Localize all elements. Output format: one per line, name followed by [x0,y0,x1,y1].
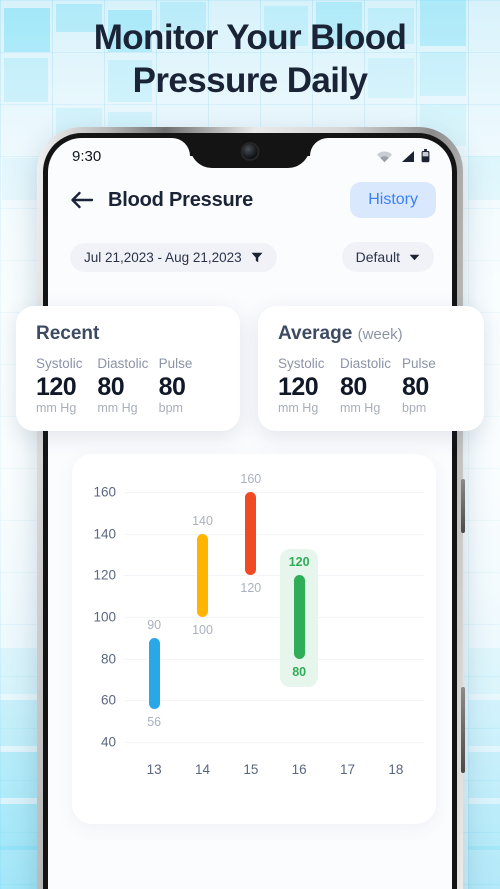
chart-gridline [124,617,424,618]
y-axis-tick-label: 160 [93,484,116,500]
metric-unit: mm Hg [36,401,77,416]
chart-gridline [124,575,424,577]
date-range-chip[interactable]: Jul 21,2023 - Aug 21,2023 [70,242,277,272]
metric-systolic: Systolic 120 mm Hg [36,356,97,415]
metric-label: Pulse [402,356,436,371]
metric-value: 80 [158,373,186,401]
recent-summary-card[interactable]: Recent Systolic 120 mm Hg Diastolic 80 m… [16,306,240,432]
y-axis-tick-label: 120 [93,567,116,583]
chart-card: 40 60 80 100 120 140 160 90 56 140 100 160 120 120 80 1… [72,454,436,824]
metric-diastolic: Diastolic 80 mm Hg [97,356,158,415]
metric-value: 120 [278,373,319,401]
average-card-title: Average (week) [278,323,464,345]
chart-bar-high-label: 120 [288,555,310,570]
chart-bar-high-label: 160 [240,472,262,486]
chart-bar[interactable] [293,575,305,659]
chart-gridline [124,658,424,660]
headline-line-2: Pressure Daily [132,61,368,101]
promo-screenshot: Monitor Your Blood Pressure Daily 9:30 B… [0,0,500,889]
back-arrow-icon[interactable] [70,190,94,210]
average-title-text: Average [278,323,353,344]
average-summary-card[interactable]: Average (week) Systolic 120 mm Hg Diasto… [258,306,484,432]
metric-pulse: Pulse 80 bpm [402,356,464,415]
page-title: Monitor Your Blood Pressure Daily [0,16,500,102]
chart-bar-low-label: 100 [192,623,213,637]
summary-cards: Recent Systolic 120 mm Hg Diastolic 80 m… [0,306,500,440]
average-title-suffix: (week) [357,326,403,343]
status-icons [376,149,430,163]
screen-title: Blood Pressure [108,188,254,211]
metric-value: 80 [402,373,429,401]
cellular-signal-icon [402,150,414,162]
chart-bar[interactable] [245,492,257,576]
metric-value: 80 [97,373,125,401]
x-axis-tick-label: 18 [388,762,404,777]
chevron-down-icon [409,254,420,260]
sort-label: Default [355,249,400,265]
chart-gridline [124,492,424,493]
metric-unit: mm Hg [340,401,381,416]
phone-screen: 9:30 Blood Pressure History Jul 21,2023 … [48,138,452,889]
metric-systolic: Systolic 120 mm Hg [278,356,340,415]
phone-side-button-power[interactable] [461,687,465,773]
chart-gridline [124,742,424,743]
metric-unit: bpm [158,401,183,416]
recent-title-text: Recent [36,323,100,344]
funnel-icon [251,252,263,262]
date-range-label: Jul 21,2023 - Aug 21,2023 [84,249,242,265]
x-axis-tick-label: 16 [291,762,307,777]
phone-side-button-volume[interactable] [461,479,465,533]
metric-unit: bpm [402,401,427,416]
recent-card-title: Recent [36,323,220,345]
sort-chip[interactable]: Default [341,242,434,272]
metric-pulse: Pulse 80 bpm [159,356,220,415]
battery-icon [421,149,430,163]
metric-label: Diastolic [97,356,149,371]
app-header: Blood Pressure History [48,174,452,226]
chart-bar-low-label: 120 [240,581,262,596]
chart-bar[interactable] [148,637,160,709]
filter-row: Jul 21,2023 - Aug 21,2023 Default [48,226,452,272]
metric-label: Systolic [278,356,325,371]
blood-pressure-chart[interactable]: 40 60 80 100 120 140 160 90 56 140 100 160 120 120 80 1… [72,454,436,824]
y-axis-tick-label: 100 [93,609,116,625]
metric-unit: mm Hg [97,401,138,416]
average-metrics: Systolic 120 mm Hg Diastolic 80 mm Hg Pu… [278,356,464,415]
chart-bar[interactable] [197,533,208,617]
metric-label: Diastolic [340,356,392,371]
metric-value: 120 [36,373,77,401]
x-axis-tick-label: 13 [146,762,162,777]
y-axis-tick-label: 60 [100,692,116,708]
metric-unit: mm Hg [278,401,319,416]
phone-bezel: 9:30 Blood Pressure History Jul 21,2023 … [43,133,457,889]
wifi-icon [377,150,392,162]
history-button[interactable]: History [350,182,436,218]
phone-mockup: 9:30 Blood Pressure History Jul 21,2023 … [37,127,465,889]
chart-gridline [124,533,424,535]
x-axis-tick-label: 14 [194,762,211,777]
chart-gridline [124,700,424,702]
headline-line-1: Monitor Your Blood [93,18,407,57]
recent-metrics: Systolic 120 mm Hg Diastolic 80 mm Hg Pu… [36,356,220,415]
metric-label: Systolic [36,356,83,371]
metric-diastolic: Diastolic 80 mm Hg [340,356,402,415]
chart-bar-low-label: 56 [147,714,162,729]
chart-bar-low-label: 80 [292,664,307,679]
x-axis-tick-label: 17 [339,762,356,777]
status-clock: 9:30 [72,147,102,165]
chart-bar-high-label: 90 [147,617,162,632]
chart-bar-high-label: 140 [192,513,213,528]
y-axis-tick-label: 80 [100,651,116,667]
metric-label: Pulse [158,356,193,371]
y-axis-tick-label: 140 [93,526,116,542]
metric-value: 80 [340,373,367,401]
x-axis-tick-label: 15 [243,762,259,777]
y-axis-tick-label: 40 [100,734,116,750]
status-bar: 9:30 [48,138,452,174]
